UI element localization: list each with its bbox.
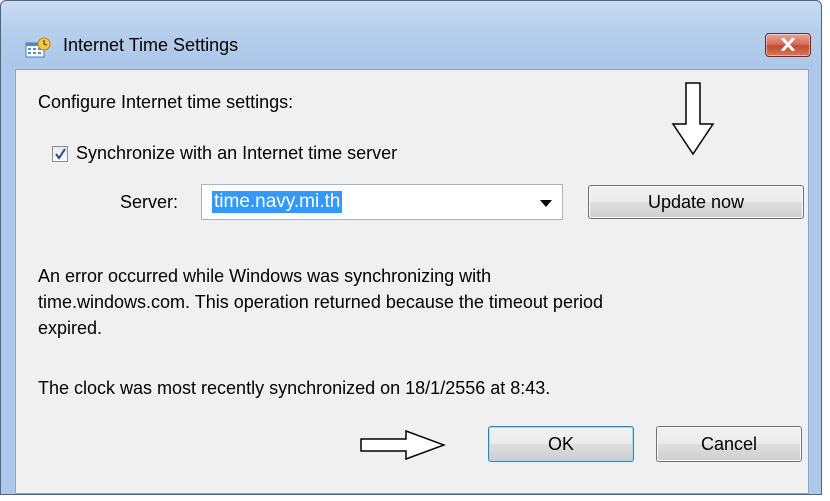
server-label: Server:	[120, 192, 179, 212]
dropdown-arrow-icon[interactable]	[540, 200, 552, 207]
dialog-heading: Configure Internet time settings:	[38, 92, 294, 112]
cancel-button[interactable]: Cancel	[656, 426, 802, 462]
ok-button[interactable]: OK	[488, 426, 634, 462]
dialog-body: Configure Internet time settings: Synchr…	[15, 69, 809, 494]
server-combobox[interactable]: time.navy.mi.th	[201, 184, 563, 220]
error-line-3: expired.	[38, 318, 103, 338]
update-now-button[interactable]: Update now	[588, 185, 804, 219]
checkmark-icon	[55, 148, 66, 160]
window-title: Internet Time Settings	[63, 35, 239, 55]
sync-checkbox[interactable]	[52, 146, 68, 162]
sync-checkbox-label[interactable]: Synchronize with an Internet time server	[76, 143, 397, 164]
error-line-1: An error occurred while Windows was sync…	[38, 266, 492, 286]
close-button[interactable]	[765, 33, 811, 57]
error-line-2: time.windows.com. This operation returne…	[38, 292, 603, 312]
last-sync-text: The clock was most recently synchronized…	[38, 378, 551, 398]
server-value[interactable]: time.navy.mi.th	[212, 191, 343, 213]
down-arrow-annotation-icon	[671, 82, 715, 156]
calendar-clock-icon	[25, 37, 51, 59]
close-icon	[781, 38, 795, 51]
internet-time-settings-window: Internet Time Settings Configure Interne…	[0, 0, 822, 495]
title-bar[interactable]: Internet Time Settings	[1, 1, 821, 58]
right-arrow-annotation-icon	[360, 430, 446, 460]
